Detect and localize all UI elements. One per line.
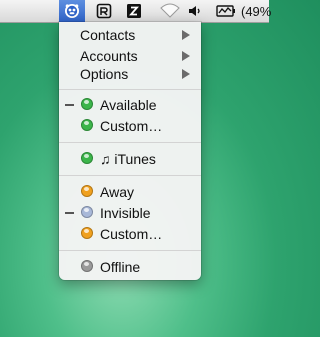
status-item-label: Away [100, 183, 134, 200]
status-item-label: Invisible [100, 204, 151, 221]
battery-percent[interactable]: (49% [241, 0, 271, 22]
status-item-label: Custom… [100, 117, 163, 134]
available-status-icon [81, 98, 93, 110]
menu-separator [59, 142, 201, 143]
current-status-marker [65, 212, 74, 214]
menu-item-contacts[interactable]: Contacts [59, 24, 201, 45]
status-dropdown-menu: Contacts Accounts Options Available Cust… [59, 22, 201, 280]
current-status-marker [65, 104, 74, 106]
submenu-arrow-icon [182, 68, 190, 79]
status-item-label: Offline [100, 258, 141, 275]
status-item-label: iTunes [114, 150, 156, 167]
submenu-arrow-icon [182, 50, 190, 61]
menu-item-options[interactable]: Options [59, 63, 201, 84]
status-item-away[interactable]: Away [59, 181, 201, 202]
status-item-label: Custom… [100, 225, 163, 242]
away-status-icon [81, 227, 93, 239]
music-note-icon: ♫ [100, 150, 111, 167]
menu-item-label: Accounts [80, 47, 138, 64]
menu-item-label: Options [80, 65, 129, 82]
wifi-icon[interactable] [160, 0, 180, 22]
status-item-custom-available[interactable]: Custom… [59, 115, 201, 136]
status-item-label: Available [100, 96, 157, 113]
submenu-arrow-icon [182, 29, 190, 40]
adium-duck-icon[interactable] [59, 0, 85, 22]
status-item-custom-away[interactable]: Custom… [59, 223, 201, 244]
battery-icon[interactable] [216, 0, 236, 22]
away-status-icon [81, 185, 93, 197]
menu-separator [59, 250, 201, 251]
menu-item-label: Contacts [80, 26, 136, 43]
offline-status-icon [81, 260, 93, 272]
status-item-itunes[interactable]: ♫ iTunes [59, 148, 201, 169]
available-status-icon [81, 152, 93, 164]
status-item-available[interactable]: Available [59, 94, 201, 115]
menu-separator [59, 89, 201, 90]
status-item-offline[interactable]: Offline [59, 256, 201, 277]
menu-bar: (49% [0, 0, 271, 23]
available-status-icon [81, 119, 93, 131]
r-app-icon[interactable] [96, 0, 112, 22]
volume-icon[interactable] [188, 0, 202, 22]
invisible-status-icon [81, 206, 93, 218]
status-item-invisible[interactable]: Invisible [59, 202, 201, 223]
itunes-label-group: ♫ iTunes [100, 151, 156, 167]
z-app-icon[interactable] [126, 0, 142, 22]
menu-separator [59, 175, 201, 176]
